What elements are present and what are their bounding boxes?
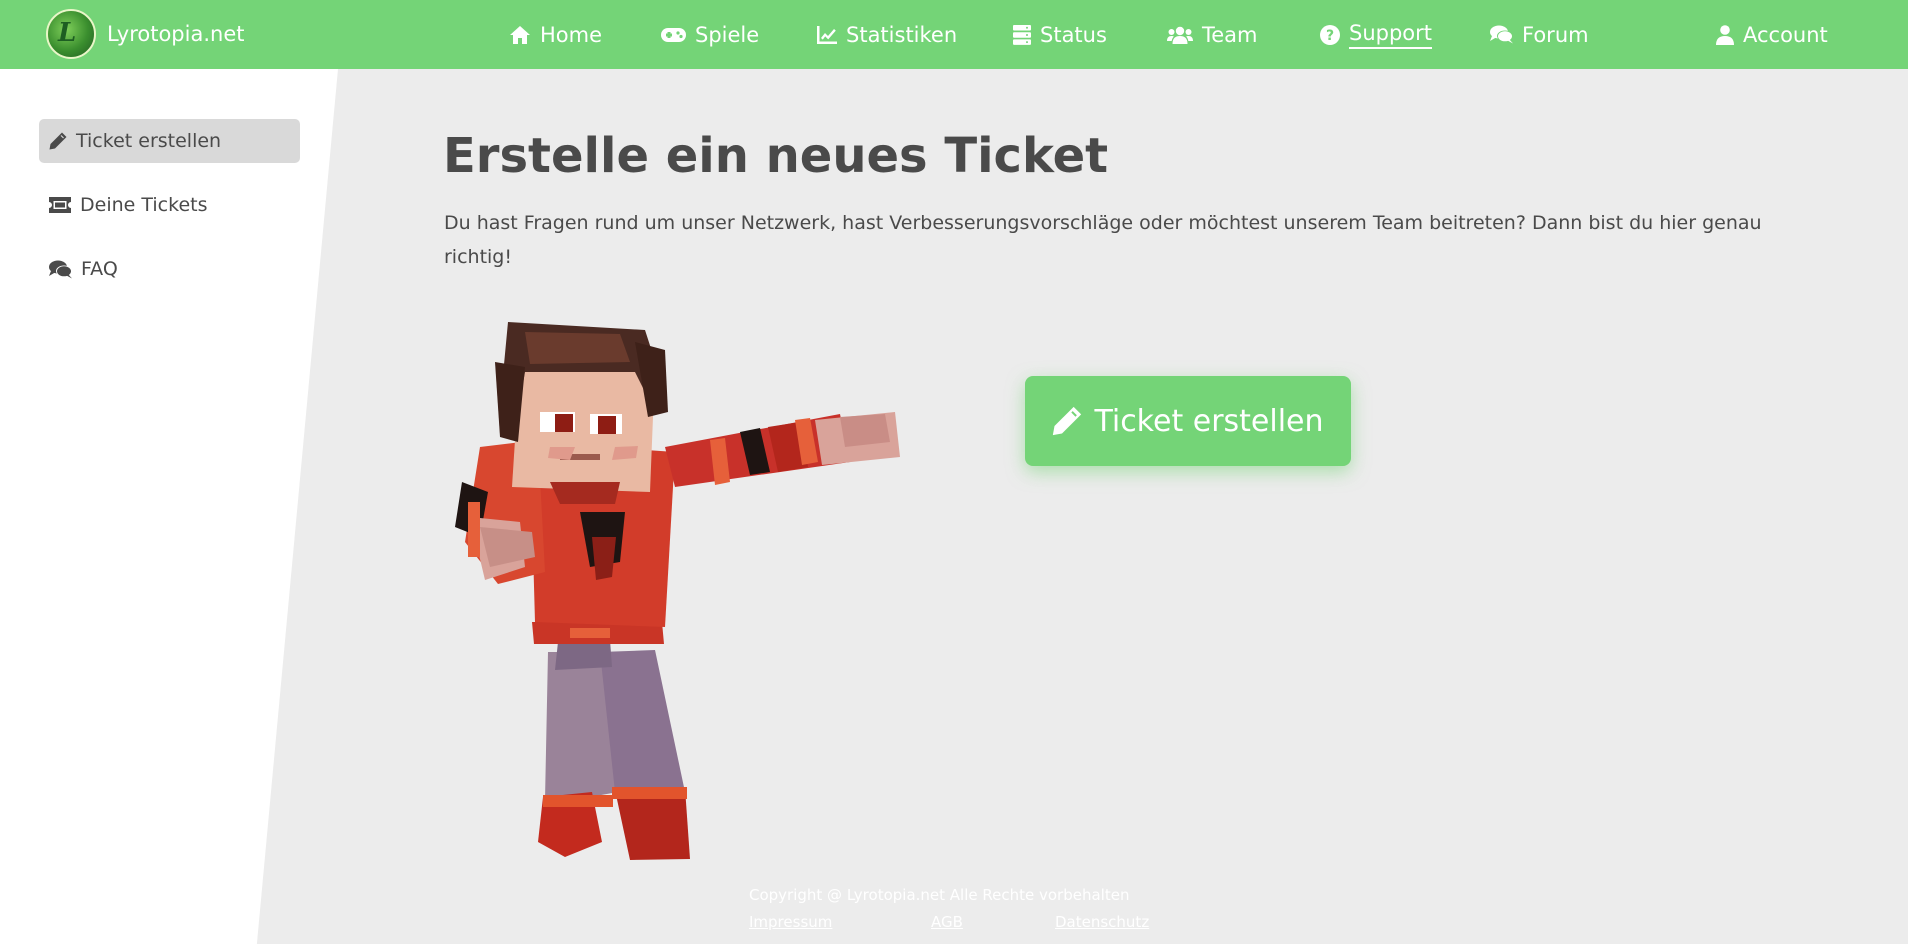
- brand-link[interactable]: L Lyrotopia.net: [46, 9, 244, 59]
- nav-item-home[interactable]: Home: [509, 0, 602, 69]
- user-icon: [1716, 24, 1734, 45]
- chart-line-icon: [817, 25, 837, 44]
- sidebar-item-ticket-erstellen[interactable]: Ticket erstellen: [39, 119, 300, 163]
- brand-logo: L: [46, 9, 96, 59]
- gamepad-icon: [661, 27, 686, 42]
- sidebar-item-faq[interactable]: FAQ: [39, 247, 300, 291]
- nav-label: Statistiken: [846, 22, 958, 47]
- page-description: Du hast Fragen rund um unser Netzwerk, h…: [444, 212, 1762, 268]
- comments-icon: [49, 260, 72, 278]
- footer-copyright: Copyright @ Lyrotopia.net Alle Rechte vo…: [749, 886, 1130, 904]
- brand-name: Lyrotopia.net: [107, 22, 245, 46]
- nav-item-account[interactable]: Account: [1716, 0, 1828, 69]
- nav-label: Support: [1349, 21, 1433, 49]
- sidebar-item-label: FAQ: [81, 258, 118, 280]
- create-ticket-button-label: Ticket erstellen: [1094, 403, 1324, 439]
- footer-link-impressum[interactable]: Impressum: [749, 913, 832, 931]
- server-icon: [1013, 24, 1031, 45]
- nav-label: Spiele: [695, 22, 760, 47]
- sidebar-item-label: Deine Tickets: [80, 194, 208, 216]
- nav-item-forum[interactable]: Forum: [1490, 0, 1589, 69]
- nav-item-status[interactable]: Status: [1013, 0, 1107, 69]
- top-navbar: L Lyrotopia.net Home Spiele Statistiken …: [0, 0, 1908, 69]
- nav-label: Home: [540, 22, 603, 47]
- sidebar-item-deine-tickets[interactable]: Deine Tickets: [39, 183, 300, 227]
- pencil-icon: [49, 132, 67, 150]
- nav-label: Status: [1040, 22, 1107, 47]
- nav-item-team[interactable]: Team: [1167, 0, 1258, 69]
- footer-link-agb[interactable]: AGB: [931, 913, 963, 931]
- home-icon: [510, 25, 530, 44]
- footer-link-datenschutz[interactable]: Datenschutz: [1055, 913, 1149, 931]
- nav-label: Account: [1743, 22, 1828, 47]
- page-title: Erstelle ein neues Ticket: [443, 128, 1109, 184]
- nav-label: Team: [1202, 22, 1258, 47]
- users-icon: [1167, 26, 1193, 44]
- svg-text:?: ?: [1326, 28, 1334, 44]
- question-circle-icon: ?: [1320, 24, 1340, 45]
- ticket-icon: [49, 197, 71, 213]
- logo-letter: L: [58, 18, 77, 48]
- nav-label: Forum: [1522, 22, 1589, 47]
- minecraft-character-image: [455, 322, 900, 860]
- nav-item-spiele[interactable]: Spiele: [661, 0, 759, 69]
- nav-item-statistiken[interactable]: Statistiken: [817, 0, 957, 69]
- create-ticket-button[interactable]: Ticket erstellen: [1025, 376, 1351, 466]
- comments-icon: [1490, 25, 1513, 44]
- nav-item-support[interactable]: ? Support: [1320, 0, 1433, 69]
- footer-links: Impressum AGB Datenschutz: [749, 913, 1155, 933]
- pencil-icon: [1053, 406, 1082, 436]
- sidebar-item-label: Ticket erstellen: [76, 130, 222, 152]
